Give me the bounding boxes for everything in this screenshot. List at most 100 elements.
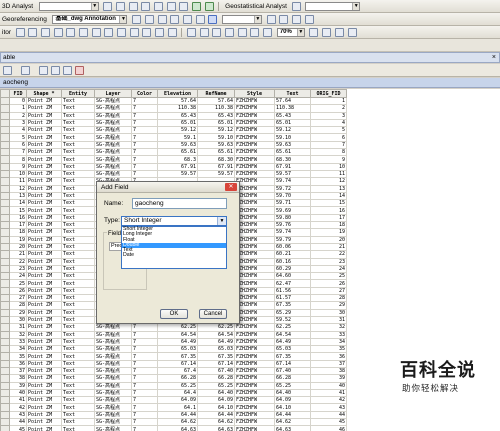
table-cell[interactable]: 110.38: [157, 104, 198, 113]
edit-tool-icon[interactable]: [15, 28, 25, 37]
table-row[interactable]: 36 Point ZM Text SG-高程点 7 67.14 67.14 FZHZHFW 67…: [0, 359, 347, 369]
table-cell[interactable]: SG-高程点: [94, 359, 132, 369]
table-cell[interactable]: 3: [310, 111, 347, 120]
table-cell[interactable]: 67.40: [274, 366, 311, 376]
zoom-dropdown[interactable]: 70% ▼: [276, 28, 305, 37]
table-row[interactable]: 32 Point ZM Text SG-高程点 7 64.54 64.54 FZHZHFW 64…: [0, 330, 347, 339]
table-cell[interactable]: 28: [9, 301, 27, 310]
table-cell[interactable]: FZHZHFW: [234, 345, 275, 354]
table-cell[interactable]: Text: [61, 111, 95, 120]
table-cell[interactable]: Point ZM: [26, 257, 62, 266]
table-cell[interactable]: 7: [131, 148, 158, 157]
row-selector[interactable]: [0, 140, 10, 150]
table-cell[interactable]: Text: [61, 257, 95, 266]
table-cell[interactable]: SG-高程点: [94, 352, 132, 361]
table-cell[interactable]: 6: [310, 133, 347, 142]
table-cell[interactable]: 11: [9, 177, 27, 186]
georeferencing-label[interactable]: Georeferencing: [0, 13, 49, 26]
table-cell[interactable]: 67.14: [157, 359, 198, 369]
table-cell[interactable]: 64.09: [197, 396, 235, 405]
table-cell[interactable]: Text: [61, 293, 95, 303]
table-cell[interactable]: 65.29: [274, 308, 311, 317]
table-cell[interactable]: SG-高程点: [94, 323, 132, 332]
row-selector[interactable]: [0, 264, 10, 274]
scene-icon[interactable]: [204, 2, 214, 11]
table-cell[interactable]: 64.54: [157, 330, 198, 339]
table-cell[interactable]: Text: [61, 272, 95, 281]
row-selector[interactable]: [0, 323, 10, 332]
table-cell[interactable]: 7: [131, 396, 158, 405]
table-cell[interactable]: 68.30: [274, 155, 311, 164]
table-cell[interactable]: 7: [131, 374, 158, 383]
table-cell[interactable]: 65.03: [157, 345, 198, 354]
table-cell[interactable]: Point ZM: [26, 374, 62, 383]
table-cell[interactable]: 67.35: [274, 301, 311, 310]
table-cell[interactable]: 64.1: [157, 403, 198, 412]
table-cell[interactable]: 62.25: [157, 323, 198, 332]
table-cell[interactable]: Point ZM: [26, 396, 62, 405]
table-cell[interactable]: 40: [310, 381, 347, 390]
table-cell[interactable]: 59.79: [274, 235, 311, 244]
table-cell[interactable]: SG-高程点: [94, 133, 132, 142]
table-cell[interactable]: 64.62: [157, 418, 198, 427]
table-cell[interactable]: FZHZHFW: [234, 323, 275, 332]
table-cell[interactable]: 42: [9, 403, 27, 412]
row-selector[interactable]: [0, 257, 10, 266]
cancel-button[interactable]: Cancel: [199, 309, 227, 319]
table-cell[interactable]: 10: [310, 162, 347, 171]
column-header[interactable]: Elevation: [157, 89, 198, 98]
table-cell[interactable]: 67.14: [197, 359, 235, 369]
edit-tool-icon[interactable]: [79, 28, 89, 37]
table-cell[interactable]: Point ZM: [26, 337, 62, 347]
table-row[interactable]: 44 Point ZM Text SG-高程点 7 64.62 64.62 FZHZHFW 64…: [0, 418, 347, 427]
table-cell[interactable]: 43: [310, 403, 347, 412]
table-cell[interactable]: Point ZM: [26, 359, 62, 369]
row-selector[interactable]: [0, 293, 10, 303]
row-selector[interactable]: [0, 111, 10, 120]
table-cell[interactable]: 31: [9, 323, 27, 332]
table-cell[interactable]: 62.25: [197, 323, 235, 332]
table-cell[interactable]: FZHZHFW: [234, 403, 275, 412]
table-cell[interactable]: FZHZHFW: [234, 330, 275, 339]
table-cell[interactable]: Text: [61, 235, 95, 244]
table-cell[interactable]: Point ZM: [26, 308, 62, 317]
row-selector[interactable]: [0, 162, 10, 171]
3d-layer-dropdown[interactable]: ▼: [38, 2, 99, 11]
table-cell[interactable]: 67.35: [157, 352, 198, 361]
table-cell[interactable]: 12: [310, 177, 347, 186]
table-cell[interactable]: FZHZHFW: [234, 191, 275, 201]
table-cell[interactable]: FZHZHFW: [234, 206, 275, 215]
column-header[interactable]: Layer: [94, 89, 132, 98]
table-cell[interactable]: 66.28: [197, 374, 235, 383]
table-cell[interactable]: SG-高程点: [94, 425, 132, 431]
table-cell[interactable]: 7: [131, 410, 158, 420]
table-cell[interactable]: 21: [9, 250, 27, 259]
table-cell[interactable]: Point ZM: [26, 206, 62, 215]
table-cell[interactable]: SG-高程点: [94, 374, 132, 383]
row-selector[interactable]: [0, 396, 10, 405]
table-cell[interactable]: 7: [131, 403, 158, 412]
table-cell[interactable]: Point ZM: [26, 96, 62, 106]
table-cell[interactable]: FZHZHFW: [234, 418, 275, 427]
row-selector[interactable]: [0, 177, 10, 186]
edit-tool-icon[interactable]: [28, 28, 38, 37]
table-cell[interactable]: FZHZHFW: [234, 213, 275, 223]
table-cell[interactable]: 64.49: [157, 337, 198, 347]
table-cell[interactable]: 59.71: [274, 199, 311, 208]
table-cell[interactable]: Point ZM: [26, 418, 62, 427]
table-cell[interactable]: FZHZHFW: [234, 199, 275, 208]
table-cell[interactable]: 59.57: [197, 169, 235, 179]
table-cell[interactable]: 18: [310, 221, 347, 230]
table-cell[interactable]: 4: [9, 126, 27, 135]
table-cell[interactable]: Text: [61, 184, 95, 193]
table-cell[interactable]: SG-高程点: [94, 126, 132, 135]
row-selector[interactable]: [0, 337, 10, 347]
table-cell[interactable]: FZHZHFW: [234, 148, 275, 157]
table-cell[interactable]: FZHZHFW: [234, 126, 275, 135]
georef-tool-icon[interactable]: [170, 15, 180, 24]
table-cell[interactable]: 40: [9, 388, 27, 398]
table-cell[interactable]: 65.01: [274, 118, 311, 128]
row-selector[interactable]: [0, 366, 10, 376]
table-cell[interactable]: FZHZHFW: [234, 169, 275, 179]
table-cell[interactable]: SG-高程点: [94, 366, 132, 376]
